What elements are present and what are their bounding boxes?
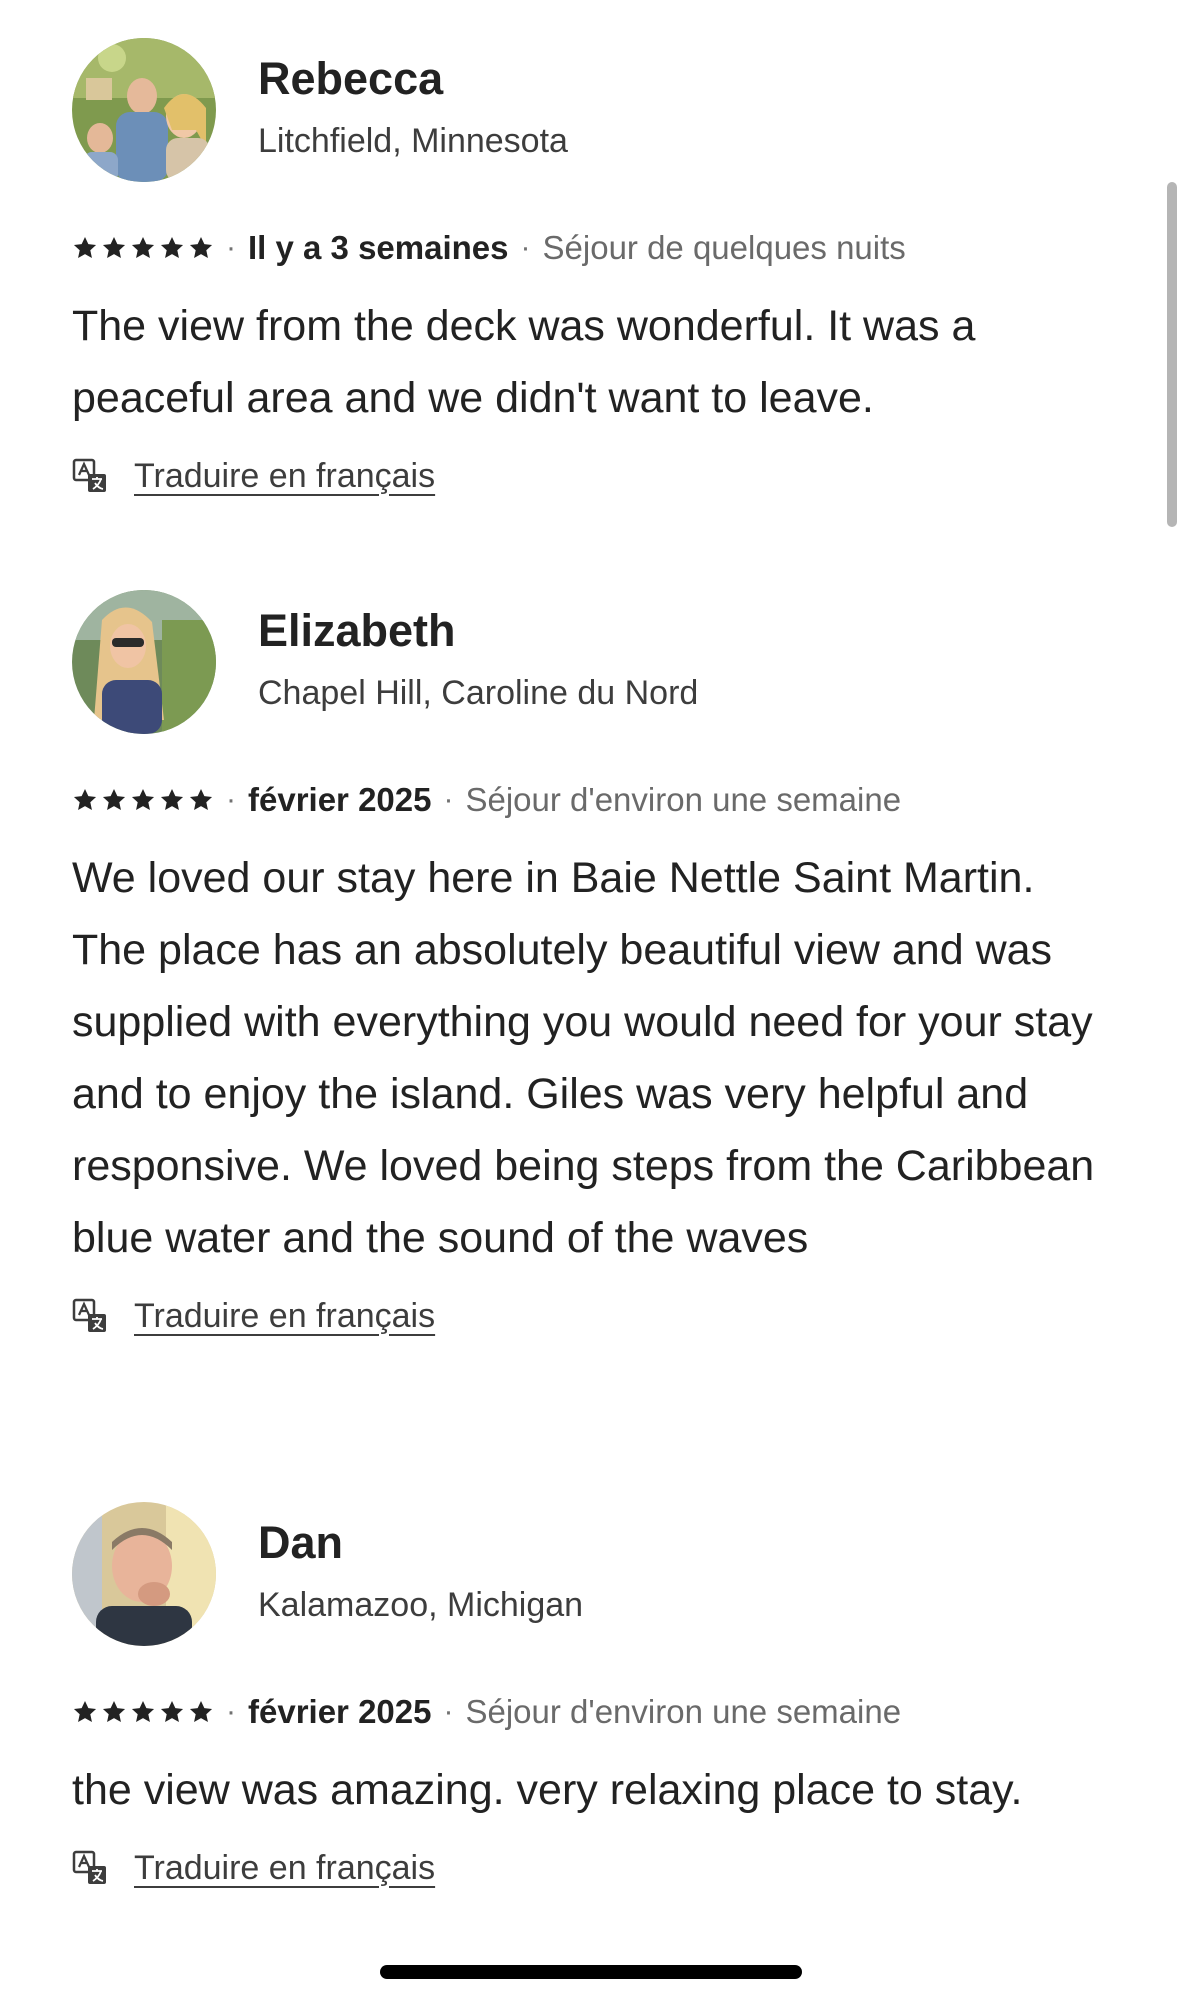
translate-link[interactable]: Traduire en français: [134, 457, 435, 496]
review-text: the view was amazing. very relaxing plac…: [72, 1766, 1023, 1814]
reviewer-name: Elizabeth: [258, 605, 456, 656]
reviewer-location: Litchfield, Minnesota: [258, 122, 568, 160]
translate-link[interactable]: Traduire en français: [134, 1297, 435, 1336]
review-meta: · février 2025 · Séjour d'environ une se…: [72, 780, 1112, 820]
star-icon: [189, 788, 213, 810]
review-date: Il y a 3 semaines: [248, 229, 509, 266]
review-date: février 2025: [248, 781, 432, 818]
star-icon: [73, 236, 97, 258]
translate-icon: [72, 458, 108, 494]
star-rating: [72, 1699, 214, 1725]
review-header: Dan Kalamazoo, Michigan: [72, 1502, 1112, 1650]
star-icon: [131, 788, 155, 810]
separator: ·: [443, 783, 454, 816]
avatar[interactable]: [72, 590, 216, 734]
star-rating: [72, 787, 214, 813]
stay-length: Séjour de quelques nuits: [542, 229, 906, 266]
star-icon: [160, 1700, 184, 1722]
translate-icon: [72, 1850, 108, 1886]
review-text: We loved our stay here in Baie Nettle Sa…: [72, 854, 1095, 1262]
translate-button[interactable]: Traduire en français: [72, 454, 1112, 498]
separator: ·: [520, 231, 531, 264]
star-icon: [102, 236, 126, 258]
review-meta: · Il y a 3 semaines · Séjour de quelques…: [72, 228, 1112, 268]
separator: ·: [443, 1695, 454, 1728]
star-icon: [160, 236, 184, 258]
review-header: Elizabeth Chapel Hill, Caroline du Nord: [72, 590, 1112, 738]
home-indicator[interactable]: [380, 1965, 802, 1979]
review-card: Rebecca Litchfield, Minnesota · Il y a 3…: [72, 38, 1112, 498]
avatar[interactable]: [72, 38, 216, 182]
translate-icon: [72, 1298, 108, 1334]
review-header: Rebecca Litchfield, Minnesota: [72, 38, 1112, 186]
reviewer-name: Rebecca: [258, 53, 444, 104]
review-meta: · février 2025 · Séjour d'environ une se…: [72, 1692, 1112, 1732]
star-icon: [189, 236, 213, 258]
star-icon: [131, 1700, 155, 1722]
star-icon: [160, 788, 184, 810]
separator: ·: [226, 231, 236, 264]
reviews-list: Rebecca Litchfield, Minnesota · Il y a 3…: [0, 0, 1177, 2000]
star-icon: [102, 788, 126, 810]
review-card: Elizabeth Chapel Hill, Caroline du Nord …: [72, 590, 1112, 1338]
review-text: The view from the deck was wonderful. It…: [72, 302, 976, 422]
stay-length: Séjour d'environ une semaine: [465, 781, 902, 818]
star-icon: [189, 1700, 213, 1722]
translate-link[interactable]: Traduire en français: [134, 1849, 435, 1888]
star-icon: [73, 788, 97, 810]
review-date: février 2025: [248, 1693, 432, 1730]
star-rating: [72, 235, 214, 261]
star-icon: [102, 1700, 126, 1722]
scrollbar[interactable]: [1167, 182, 1177, 527]
separator: ·: [226, 1695, 236, 1728]
reviewer-location: Chapel Hill, Caroline du Nord: [258, 674, 699, 712]
star-icon: [131, 236, 155, 258]
stay-length: Séjour d'environ une semaine: [465, 1693, 902, 1730]
reviewer-name: Dan: [258, 1517, 344, 1568]
separator: ·: [226, 783, 236, 816]
avatar[interactable]: [72, 1502, 216, 1646]
translate-button[interactable]: Traduire en français: [72, 1846, 1112, 1890]
reviewer-location: Kalamazoo, Michigan: [258, 1586, 584, 1624]
review-card: Dan Kalamazoo, Michigan · février 2025 ·…: [72, 1502, 1112, 1890]
star-icon: [73, 1700, 97, 1722]
translate-button[interactable]: Traduire en français: [72, 1294, 1112, 1338]
